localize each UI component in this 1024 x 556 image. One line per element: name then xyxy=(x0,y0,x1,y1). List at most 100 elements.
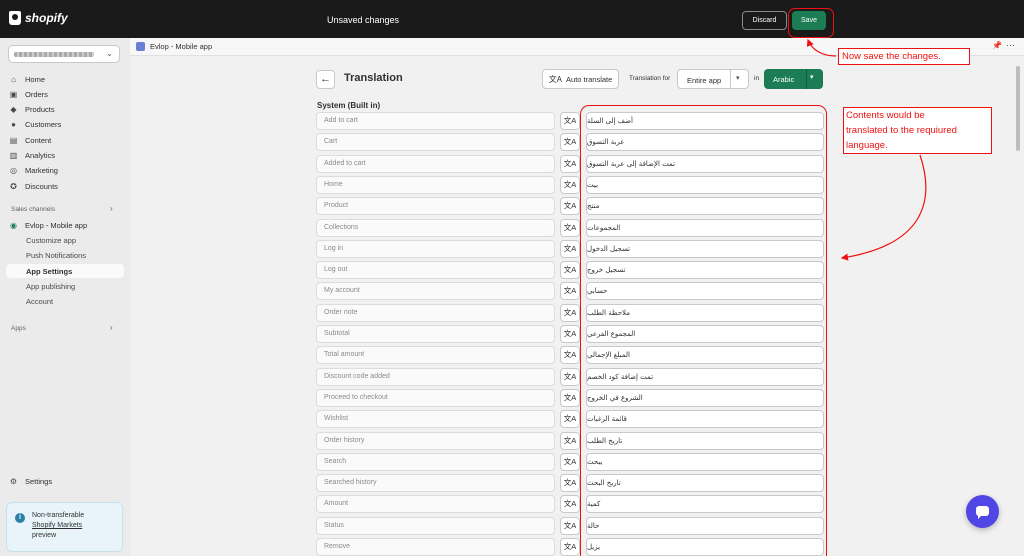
app-title: Evlop - Mobile app xyxy=(150,42,213,51)
chevron-updown-icon: ⌄ xyxy=(106,49,113,58)
sidebar-item-content[interactable]: ▤ Content xyxy=(9,133,52,147)
sidebar-item-settings[interactable]: ⚙ Settings xyxy=(9,474,52,488)
sidebar-item-evlop-app[interactable]: ◉ Evlop - Mobile app xyxy=(9,218,87,232)
source-text-field[interactable]: My account xyxy=(316,282,555,301)
source-text-field[interactable]: Amount xyxy=(316,495,555,514)
shopify-logo[interactable]: shopify xyxy=(9,11,68,25)
translate-row-button[interactable]: 文A xyxy=(560,175,580,194)
translate-icon: 文A xyxy=(563,286,577,296)
translate-row-button[interactable]: 文A xyxy=(560,112,580,130)
source-text-field[interactable]: Cart xyxy=(316,133,555,152)
sidebar-item-products[interactable]: ◆ Products xyxy=(9,103,54,117)
in-label: in xyxy=(754,75,760,82)
translate-icon: 文A xyxy=(563,158,577,168)
sidebar-item-label: Marketing xyxy=(25,166,58,176)
person-icon: ● xyxy=(11,120,16,130)
translate-row-button[interactable]: 文A xyxy=(560,367,580,386)
sidebar-item-label: Home xyxy=(25,74,46,84)
sidebar-item-customers[interactable]: ● Customers xyxy=(9,118,61,132)
translate-row-button[interactable]: 文A xyxy=(560,325,580,343)
scope-value: Entire app xyxy=(687,76,722,85)
source-text-field[interactable]: Home xyxy=(316,175,555,194)
translate-icon: 文A xyxy=(563,265,577,275)
translate-icon: 文A xyxy=(563,350,577,360)
notice-line: Non-transferable xyxy=(32,512,85,519)
source-text-field[interactable]: Product xyxy=(316,197,555,216)
translate-row-button[interactable]: 文A xyxy=(560,346,580,365)
sidebar-item-orders[interactable]: ▣ Orders xyxy=(9,87,48,101)
sidebar-item-home[interactable]: ⌂ Home xyxy=(9,72,45,86)
chevron-right-icon[interactable]: › xyxy=(110,323,113,332)
auto-translate-button[interactable]: 文A Auto translate xyxy=(542,69,619,89)
sidebar-item-marketing[interactable]: ◎ Marketing xyxy=(9,164,58,178)
sidebar-subitem-customize-app[interactable]: Customize app xyxy=(26,236,76,245)
save-highlight-circle xyxy=(788,8,834,38)
store-selector[interactable]: ⌄ xyxy=(8,45,120,63)
sidebar-subitem-push-notifications[interactable]: Push Notifications xyxy=(26,251,86,260)
source-text-field[interactable]: Order history xyxy=(316,431,555,450)
translate-row-button[interactable]: 文A xyxy=(560,218,580,237)
translate-annotation-line: Contents would be xyxy=(846,110,925,121)
sidebar-item-analytics[interactable]: ▥ Analytics xyxy=(9,149,55,163)
source-text-field[interactable]: Search xyxy=(316,452,555,471)
sidebar-subitem-app-publishing[interactable]: App publishing xyxy=(26,282,75,291)
source-text-field[interactable]: Searched history xyxy=(316,474,555,493)
scope-select[interactable]: Entire app ▾ xyxy=(677,69,749,89)
sidebar-item-label: Customers xyxy=(25,120,62,130)
source-text-field[interactable]: Order note xyxy=(316,303,555,322)
translate-arrow xyxy=(840,154,927,261)
source-text-field[interactable]: Proceed to checkout xyxy=(316,388,555,407)
source-text-field[interactable]: Wishlist xyxy=(316,410,555,429)
translate-row-button[interactable]: 文A xyxy=(560,388,580,407)
sidebar-subitem-account[interactable]: Account xyxy=(26,297,53,306)
source-text-field[interactable]: Remove xyxy=(316,538,555,556)
source-text-field[interactable]: Total amount xyxy=(316,346,555,365)
scrollbar[interactable] xyxy=(1015,56,1021,556)
source-text-field[interactable]: Discount code added xyxy=(316,367,555,386)
language-select[interactable]: Arabic ▾ xyxy=(764,69,823,89)
translate-row-button[interactable]: 文A xyxy=(560,431,580,450)
translate-row-button[interactable]: 文A xyxy=(560,261,580,280)
auto-translate-label: Auto translate xyxy=(566,74,613,84)
translate-icon: 文A xyxy=(563,222,577,232)
translate-row-button[interactable]: 文A xyxy=(560,303,580,322)
translations-highlight-box xyxy=(580,105,827,556)
language-value: Arabic xyxy=(773,75,795,84)
pin-icon[interactable]: 📌 xyxy=(992,41,1002,50)
translate-icon: 文A xyxy=(563,371,577,381)
save-annotation: Now save the changes. xyxy=(838,48,970,65)
source-text-field[interactable]: Log in xyxy=(316,239,555,258)
source-text-field[interactable]: Subtotal xyxy=(316,325,555,343)
back-button[interactable]: ← xyxy=(316,70,335,89)
translate-annotation-line: translated to the requiured xyxy=(846,125,957,136)
chevron-right-icon[interactable]: › xyxy=(110,204,113,213)
source-text-field[interactable]: Log out xyxy=(316,261,555,280)
translate-row-button[interactable]: 文A xyxy=(560,538,580,556)
sidebar-item-discounts[interactable]: ✪ Discounts xyxy=(9,179,58,193)
translate-row-button[interactable]: 文A xyxy=(560,197,580,216)
more-options-icon[interactable]: ⋯ xyxy=(1006,40,1015,51)
chat-button[interactable] xyxy=(966,495,999,528)
shopify-markets-link[interactable]: Shopify Markets xyxy=(32,521,120,531)
sidebar-subitem-app-settings[interactable]: App Settings xyxy=(26,267,72,276)
scrollbar-thumb[interactable] xyxy=(1016,66,1020,151)
translate-row-button[interactable]: 文A xyxy=(560,452,580,471)
translate-row-button[interactable]: 文A xyxy=(560,516,580,535)
source-text-field[interactable]: Add to cart xyxy=(316,112,555,130)
sidebar-item-label: Discounts xyxy=(25,181,58,191)
translate-row-button[interactable]: 文A xyxy=(560,239,580,258)
apps-label: Apps xyxy=(11,325,26,332)
discard-button[interactable]: Discard xyxy=(742,11,787,30)
chevron-down-icon[interactable]: ▾ xyxy=(810,73,814,81)
translate-row-button[interactable]: 文A xyxy=(560,154,580,173)
translate-row-button[interactable]: 文A xyxy=(560,410,580,429)
translate-row-button[interactable]: 文A xyxy=(560,133,580,152)
target-icon: ◎ xyxy=(10,166,17,176)
source-text-field[interactable]: Collections xyxy=(316,218,555,237)
translate-row-button[interactable]: 文A xyxy=(560,495,580,514)
source-text-field[interactable]: Status xyxy=(316,516,555,535)
translate-icon: 文A xyxy=(563,137,577,147)
translate-row-button[interactable]: 文A xyxy=(560,474,580,493)
translate-row-button[interactable]: 文A xyxy=(560,282,580,301)
source-text-field[interactable]: Added to cart xyxy=(316,154,555,173)
